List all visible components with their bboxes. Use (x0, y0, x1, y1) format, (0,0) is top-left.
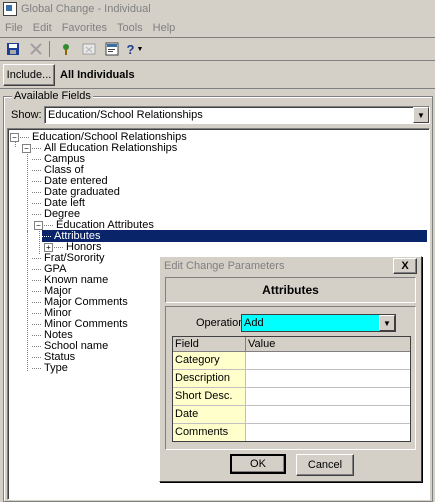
tree-branch (32, 279, 41, 281)
grid-row: Date (173, 406, 410, 424)
tree-branch (32, 158, 41, 160)
field-cell: Date (173, 406, 246, 423)
include-button[interactable]: Include... (3, 64, 55, 86)
tree-branch (32, 356, 41, 358)
grid-row: Comments (173, 424, 410, 441)
available-fields-label: Available Fields (12, 90, 93, 102)
field-cell: Description (173, 370, 246, 387)
wizard-icon[interactable] (56, 40, 76, 58)
ok-button[interactable]: OK (230, 454, 286, 474)
tree-branch (32, 334, 41, 336)
value-cell[interactable] (246, 370, 410, 387)
toolbar: ? ▼ (0, 38, 435, 61)
delete-icon[interactable] (26, 40, 46, 58)
properties-icon[interactable] (102, 40, 122, 58)
menu-help[interactable]: Help (148, 22, 181, 34)
tree-branch (32, 257, 41, 259)
collapse-icon[interactable]: − (10, 132, 19, 142)
help-icon[interactable]: ? ▼ (125, 40, 145, 58)
tree-branch (32, 367, 41, 369)
menu-bar: File Edit Favorites Tools Help (0, 18, 435, 38)
dialog-body: Operation: Add ▼ Field Value Category De… (165, 306, 416, 450)
grid-header: Field Value (173, 337, 410, 352)
value-cell[interactable] (246, 388, 410, 405)
value-cell[interactable] (246, 352, 410, 369)
app-icon (3, 2, 17, 16)
col-value-header: Value (248, 338, 276, 350)
close-button[interactable]: X (393, 258, 417, 274)
tree-branch (32, 191, 41, 193)
tree-branch (32, 180, 41, 182)
tree-branch (32, 169, 41, 171)
cancel-button[interactable]: Cancel (296, 454, 354, 476)
tree-branch (32, 323, 41, 325)
field-cell: Comments (173, 424, 246, 441)
tree-branch (54, 246, 63, 248)
chevron-down-icon[interactable]: ▼ (413, 107, 429, 123)
operation-dropdown[interactable]: Add ▼ (241, 314, 396, 332)
grid-icon[interactable] (79, 40, 99, 58)
show-dropdown[interactable]: Education/School Relationships ▼ (44, 106, 430, 124)
show-label: Show: (11, 109, 42, 121)
chevron-down-icon: ▼ (136, 45, 144, 53)
tree-branch (44, 224, 53, 226)
collapse-icon[interactable]: − (34, 220, 43, 230)
tree-connector (27, 231, 28, 371)
value-cell[interactable] (246, 406, 410, 423)
collapse-icon[interactable]: − (22, 143, 31, 153)
window-title: Global Change - Individual (21, 3, 151, 15)
grid-row: Description (173, 370, 410, 388)
title-bar: Global Change - Individual (0, 0, 435, 18)
parameters-grid: Field Value Category Description Short D… (172, 336, 411, 442)
edit-change-parameters-dialog: Edit Change Parameters X Attributes Oper… (159, 256, 422, 482)
operation-label: Operation: (196, 317, 248, 329)
include-row: Include... All Individuals (0, 62, 435, 89)
dialog-title: Edit Change Parameters (164, 260, 285, 272)
tree-node-field[interactable]: Type (32, 362, 70, 374)
toolbar-separator (49, 41, 50, 57)
field-cell: Short Desc. (173, 388, 246, 405)
tree-branch (32, 312, 41, 314)
dialog-header: Attributes (165, 277, 416, 303)
tree-branch (32, 147, 41, 149)
tree-branch (32, 290, 41, 292)
tree-branch (20, 136, 29, 138)
menu-favorites[interactable]: Favorites (57, 22, 112, 34)
tree-branch (32, 202, 41, 204)
help-icon-label: ? (126, 41, 135, 57)
operation-value: Add (244, 317, 264, 329)
field-cell: Category (173, 352, 246, 369)
tree-branch (32, 213, 41, 215)
save-icon[interactable] (3, 40, 23, 58)
expand-icon[interactable]: + (44, 242, 53, 252)
menu-file[interactable]: File (0, 22, 28, 34)
tree-branch (32, 268, 41, 270)
include-selection-label: All Individuals (60, 69, 135, 81)
tree-connector (39, 229, 40, 254)
tree-branch (42, 235, 51, 237)
tree-branch (32, 345, 41, 347)
grid-row: Category (173, 352, 410, 370)
grid-row: Short Desc. (173, 388, 410, 406)
menu-tools[interactable]: Tools (112, 22, 148, 34)
show-dropdown-value: Education/School Relationships (48, 109, 203, 121)
menu-edit[interactable]: Edit (28, 22, 57, 34)
tree-branch (32, 301, 41, 303)
value-cell[interactable] (246, 424, 410, 441)
chevron-down-icon[interactable]: ▼ (379, 315, 395, 331)
dialog-title-bar: Edit Change Parameters X (161, 258, 419, 274)
col-field-header: Field (173, 337, 246, 351)
